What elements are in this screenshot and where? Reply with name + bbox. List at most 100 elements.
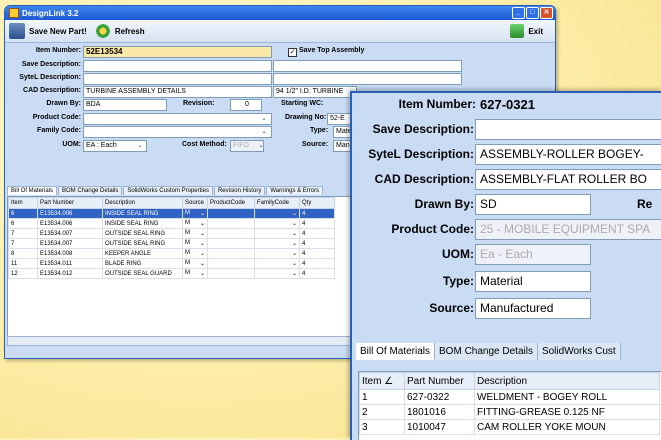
save-new-part-button[interactable]: Save New Part! <box>9 23 87 39</box>
table-row[interactable]: 8 E13534.008 KEEPER ANGLE M ⌄ ⌄ 4 <box>8 248 335 259</box>
save-description-field[interactable] <box>83 60 272 72</box>
zoom-product-code-label: Product Code: <box>391 222 474 236</box>
table-cell: CAM ROLLER YOKE MOUN <box>474 419 660 435</box>
table-cell: 2 <box>359 404 405 420</box>
zoom-uom-label: UOM: <box>442 247 474 261</box>
table-row[interactable]: 1 627-0322 WELDMENT - BOGEY ROLL <box>359 389 660 405</box>
col-product-code[interactable]: ProductCode <box>207 197 255 209</box>
col-family-code[interactable]: FamilyCode <box>254 197 300 209</box>
horizontal-scrollbar[interactable] <box>7 336 389 346</box>
table-row[interactable]: 7 E13534.007 OUTSIDE SEAL RING M ⌄ ⌄ 4 <box>8 228 335 239</box>
zoom-col-item-label: Item <box>362 375 382 387</box>
zoom-col-description[interactable]: Description <box>474 372 660 390</box>
table-row[interactable]: 11 E13534.011 BLADE RING M ⌄ ⌄ 4 <box>8 258 335 269</box>
table-cell: 627-0322 <box>404 389 475 405</box>
table-cell: 12 <box>8 268 38 279</box>
zoom-item-number[interactable]: 627-0321 <box>480 97 535 112</box>
table-cell: M ⌄ <box>182 228 208 239</box>
table-cell: 4 <box>299 208 335 219</box>
minimize-button[interactable]: _ <box>512 7 525 19</box>
table-cell: ⌄ <box>254 218 300 229</box>
col-part-number[interactable]: Part Number <box>37 197 103 209</box>
sytel-description-field-2[interactable] <box>273 73 462 85</box>
table-cell <box>207 218 255 229</box>
tab-bill-of-materials[interactable]: Bill Of Materials <box>7 186 58 195</box>
chevron-down-icon[interactable]: ⌄ <box>200 230 205 237</box>
product-code-select[interactable] <box>83 113 272 125</box>
zoom-type-field[interactable]: Material <box>475 271 591 292</box>
col-source[interactable]: Source <box>182 197 208 209</box>
chevron-down-icon[interactable]: ⌄ <box>200 270 205 277</box>
drawn-by-field[interactable]: BDA <box>83 99 167 111</box>
save-top-checkbox[interactable]: ✓ <box>288 48 297 57</box>
table-row[interactable]: 12 E13534.012 OUTSIDE SEAL GUARD M ⌄ ⌄ 4 <box>8 268 335 279</box>
sytel-description-field[interactable] <box>83 73 272 85</box>
chevron-down-icon[interactable]: ⌄ <box>292 220 297 227</box>
chevron-down-icon[interactable]: ⌄ <box>292 250 297 257</box>
zoom-sytel-description-field[interactable]: ASSEMBLY-ROLLER BOGEY- <box>475 144 661 165</box>
zoom-uom-select[interactable]: Ea - Each <box>475 244 591 265</box>
family-code-select[interactable] <box>83 126 272 138</box>
tab-bom-change-details[interactable]: BOM Change Details <box>58 186 123 195</box>
save-description-field-2[interactable] <box>273 60 462 72</box>
chevron-down-icon[interactable]: ⌄ <box>292 210 297 217</box>
close-button[interactable]: ✕ <box>540 7 553 19</box>
cad-description-field[interactable]: TURBINE ASSEMBLY DETAILS <box>83 86 272 98</box>
table-row[interactable]: 3 1010047 CAM ROLLER YOKE MOUN <box>359 419 660 435</box>
save-description-label: Save Description: <box>21 61 81 68</box>
chevron-down-icon[interactable]: ⌄ <box>292 240 297 247</box>
family-code-label: Family Code: <box>37 127 81 134</box>
source-label: Source: <box>302 141 329 148</box>
zoom-product-code-select[interactable]: 25 - MOBILE EQUIPMENT SPA <box>475 219 661 240</box>
table-cell: 11 <box>8 258 38 269</box>
chevron-down-icon[interactable]: ⌄ <box>200 210 205 217</box>
refresh-button[interactable]: Refresh <box>94 23 145 39</box>
chevron-down-icon[interactable]: ⌄ <box>136 141 144 151</box>
drawing-no-label: Drawing No: <box>285 114 327 121</box>
chevron-down-icon[interactable]: ⌄ <box>260 127 268 137</box>
col-description[interactable]: Description <box>102 197 183 209</box>
revision-label: Revision: <box>183 100 215 107</box>
chevron-down-icon[interactable]: ⌄ <box>200 240 205 247</box>
zoom-col-item[interactable]: Item ∠ <box>359 372 405 390</box>
zoom-tab-bill-of-materials[interactable]: Bill Of Materials <box>356 343 436 360</box>
table-cell: 4 <box>299 248 335 259</box>
table-cell: INSIDE SEAL RING <box>102 218 183 229</box>
table-cell: ⌄ <box>254 228 300 239</box>
tab-solidworks-properties[interactable]: SolidWorks Custom Properties <box>123 186 213 195</box>
chevron-down-icon[interactable]: ⌄ <box>292 270 297 277</box>
tab-warnings-errors[interactable]: Warnings & Errors <box>266 186 324 195</box>
window-title: DesignLink 3.2 <box>22 8 79 18</box>
chevron-down-icon[interactable]: ⌄ <box>200 260 205 267</box>
col-qty[interactable]: Qty <box>299 197 335 209</box>
tab-revision-history[interactable]: Revision History <box>213 186 266 195</box>
table-row[interactable]: 6 E13534.006 INSIDE SEAL RING M ⌄ ⌄ 4 <box>8 208 335 219</box>
zoom-drawn-by-field[interactable]: SD <box>475 194 591 215</box>
toolbar: Save New Part! Refresh Exit <box>5 20 555 43</box>
zoom-source-field[interactable]: Manufactured <box>475 298 591 319</box>
table-row[interactable]: 2 1801016 FITTING-GREASE 0.125 NF <box>359 404 660 420</box>
zoom-save-description-field[interactable] <box>475 119 661 140</box>
chevron-down-icon[interactable]: ⌄ <box>292 230 297 237</box>
table-row[interactable]: 6 E13534.006 INSIDE SEAL RING M ⌄ ⌄ 4 <box>8 218 335 229</box>
zoom-tab-solidworks[interactable]: SolidWorks Cust <box>537 343 621 360</box>
zoom-cad-description-field[interactable]: ASSEMBLY-FLAT ROLLER BO <box>475 169 661 190</box>
exit-button[interactable]: Exit <box>510 24 543 38</box>
zoom-col-part-number[interactable]: Part Number <box>404 372 475 390</box>
item-number-field[interactable]: 52E13534 <box>83 46 272 58</box>
chevron-down-icon[interactable]: ⌄ <box>200 220 205 227</box>
chevron-down-icon[interactable]: ⌄ <box>200 250 205 257</box>
chevron-down-icon[interactable]: ⌄ <box>292 260 297 267</box>
chevron-down-icon[interactable]: ⌄ <box>260 114 268 124</box>
table-row[interactable]: 7 E13534.007 OUTSIDE SEAL RING M ⌄ ⌄ 4 <box>8 238 335 249</box>
table-cell: E13534.006 <box>37 218 103 229</box>
zoom-item-number-label: Item Number: <box>398 97 476 111</box>
zoom-tab-bom-change-details[interactable]: BOM Change Details <box>435 343 538 360</box>
chevron-down-icon[interactable]: ⌄ <box>257 141 265 151</box>
table-cell: 4 <box>299 218 335 229</box>
maximize-button[interactable]: □ <box>526 7 539 19</box>
table-cell <box>207 248 255 259</box>
cad-description-field-2[interactable]: 94 1/2" I.D. TURBINE <box>273 86 357 98</box>
revision-field[interactable]: 0 <box>230 99 262 111</box>
col-item[interactable]: Item <box>8 197 38 209</box>
